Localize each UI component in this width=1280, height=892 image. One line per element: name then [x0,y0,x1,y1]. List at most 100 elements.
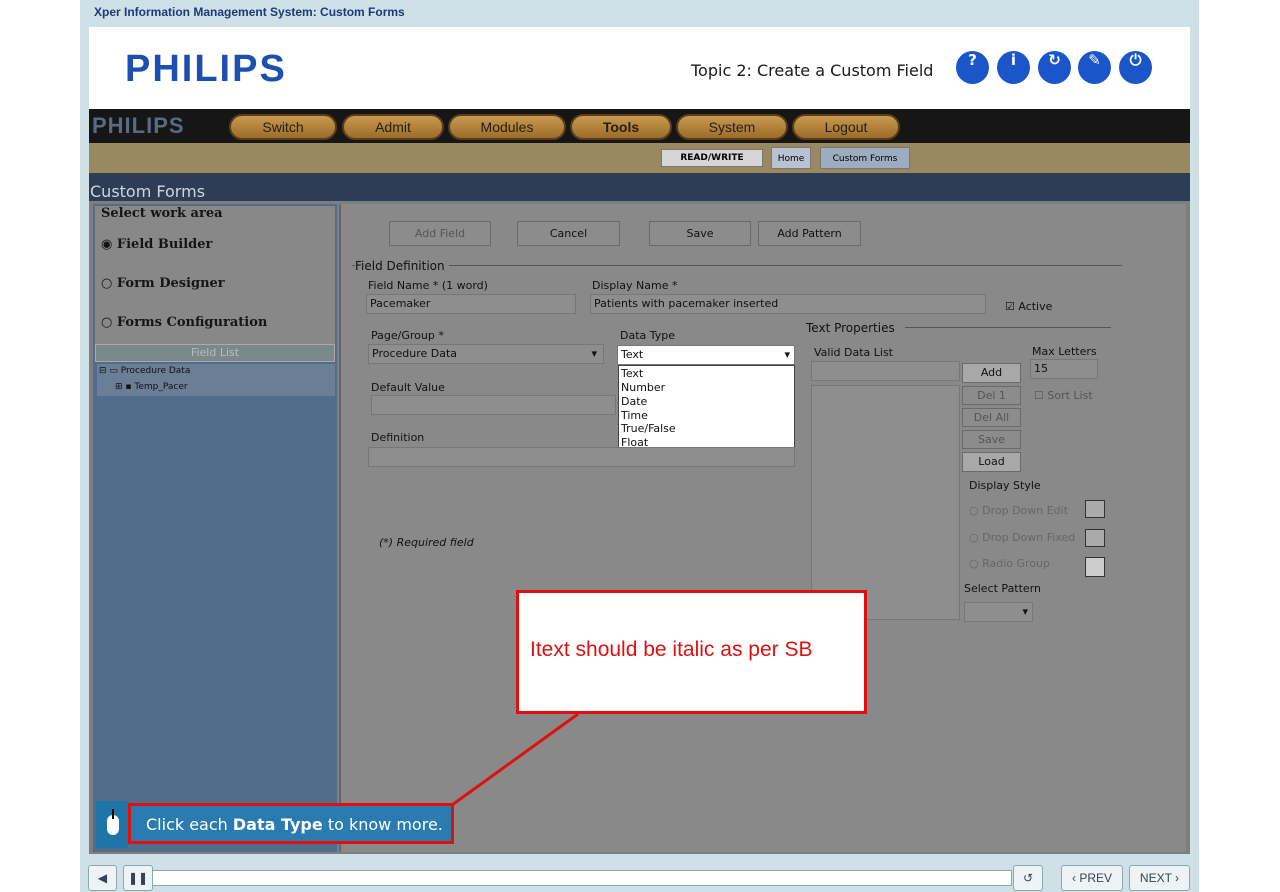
tree-item[interactable]: ⊞ ▪ Temp_Pacer [115,382,188,392]
field-list-button[interactable]: Field List [95,344,335,362]
replay-icon[interactable]: ↺ [1013,865,1043,891]
callout-pointer [451,712,579,807]
radio-form-designer[interactable]: ○ Form Designer [101,276,225,291]
option-date[interactable]: Date [621,395,647,408]
dropdown-edit-icon [1085,500,1105,518]
readwrite-button[interactable]: READ/WRITE [661,149,763,167]
mouse-icon [96,801,128,848]
menu-modules[interactable]: Modules [448,114,566,140]
style-label: Drop Down Fixed [982,531,1076,544]
menu-logout[interactable]: Logout [792,114,900,140]
style-label: Drop Down Edit [982,504,1069,517]
default-value-label: Default Value [371,381,445,394]
replay-icon[interactable]: ↻ [1038,51,1071,84]
radio-forms-configuration[interactable]: ○ Forms Configuration [101,315,267,330]
select-pattern-label: Select Pattern [964,582,1042,595]
tree-label: Temp_Pacer [134,382,188,392]
page-group-select[interactable]: Procedure Data ▾ [368,344,604,364]
data-type-value: Text [621,348,644,361]
help-icon[interactable]: ? [956,51,989,84]
style-drop-down-fixed[interactable]: ○ Drop Down Fixed [969,531,1075,544]
mouse-icon [107,809,119,835]
default-value-input[interactable] [371,395,616,415]
sort-list-checkbox[interactable]: ☐ Sort List [1034,389,1093,402]
philips-logo: PHILIPS [125,48,287,90]
page-group-label: Page/Group * [371,329,444,342]
valid-data-list[interactable] [811,385,960,620]
list-load-button[interactable]: Load [962,452,1021,472]
display-name-input[interactable]: Patients with pacemaker inserted [590,294,986,314]
volume-icon[interactable]: ◀ [88,865,117,891]
pencil-icon[interactable]: ✎ [1078,51,1111,84]
chevron-down-icon: ▾ [784,348,790,361]
tab-home[interactable]: Home [771,147,811,169]
instruction-suffix: to know more. [322,815,443,834]
radio-label: Forms Configuration [116,315,268,330]
style-label: Radio Group [982,557,1051,570]
prev-label: PREV [1079,871,1113,885]
style-drop-down-edit[interactable]: ○ Drop Down Edit [969,504,1068,517]
definition-label: Definition [371,431,425,444]
select-pattern-select[interactable]: ▾ [964,602,1033,622]
radio-label: Form Designer [116,276,225,291]
display-name-label: Display Name * [592,279,678,292]
divider [352,265,1122,266]
option-time[interactable]: Time [621,409,648,422]
page-group-value: Procedure Data [372,347,458,360]
option-true-false[interactable]: True/False [621,422,676,435]
add-field-button[interactable]: Add Field [389,221,491,246]
tree-item[interactable]: ⊟ ▭ Procedure Data [99,366,191,376]
active-label: Active [1018,300,1053,313]
text-properties-title: Text Properties [806,321,905,335]
review-callout-text: Itext should be italic as per SB [530,638,813,661]
max-letters-stepper[interactable]: 15 [1030,359,1098,379]
chevron-down-icon: ▾ [1022,605,1028,618]
menu-admit[interactable]: Admit [342,114,444,140]
app-logo: PHILIPS [92,113,185,138]
radio-field-builder[interactable]: ◉ Field Builder [101,237,212,252]
section-bar [89,173,1190,201]
tree-label: Procedure Data [120,366,191,376]
sort-list-label: Sort List [1047,389,1093,402]
menu-switch[interactable]: Switch [229,114,337,140]
data-type-label: Data Type [620,329,676,342]
field-definition-title: Field Definition [355,259,449,273]
info-icon[interactable]: i [997,51,1030,84]
style-radio-group[interactable]: ○ Radio Group [969,557,1050,570]
topic-title: Topic 2: Create a Custom Field [691,61,934,80]
section-title: Custom Forms [90,182,206,201]
add-pattern-button[interactable]: Add Pattern [758,221,861,246]
chevron-down-icon: ▾ [591,347,597,360]
next-button[interactable]: NEXT › [1129,865,1190,891]
radio-group-icon [1085,557,1105,577]
option-number[interactable]: Number [621,381,665,394]
dropdown-fixed-icon [1085,529,1105,547]
tab-custom-forms[interactable]: Custom Forms [820,147,910,169]
list-save-button[interactable]: Save [962,430,1021,449]
option-text[interactable]: Text [621,367,643,380]
definition-input[interactable] [368,447,795,467]
cancel-button[interactable]: Cancel [517,221,620,246]
max-letters-label: Max Letters [1032,345,1097,358]
prev-button[interactable]: ‹ PREV [1061,865,1123,891]
radio-label: Field Builder [116,237,213,252]
field-name-input[interactable]: Pacemaker [366,294,576,314]
progress-bar[interactable] [152,870,1012,886]
data-type-select[interactable]: Text ▾ [617,345,795,365]
next-label: NEXT [1139,871,1172,885]
instruction-text: Click each Data Type to know more. [146,815,443,834]
list-del1-button[interactable]: Del 1 [962,386,1021,405]
instruction-prefix: Click each [146,815,233,834]
valid-data-input[interactable] [811,361,960,381]
active-checkbox[interactable]: ☑ Active [1005,300,1052,313]
list-delall-button[interactable]: Del All [962,408,1021,427]
power-icon[interactable]: ⏻ [1119,51,1152,84]
menu-tools[interactable]: Tools [570,114,672,140]
list-add-button[interactable]: Add [962,363,1021,383]
pause-icon[interactable]: ❚❚ [123,865,153,891]
menu-system[interactable]: System [676,114,788,140]
save-button[interactable]: Save [649,221,751,246]
display-style-label: Display Style [969,479,1041,492]
valid-data-list-label: Valid Data List [814,346,893,359]
work-area-title: Select work area [101,206,223,221]
